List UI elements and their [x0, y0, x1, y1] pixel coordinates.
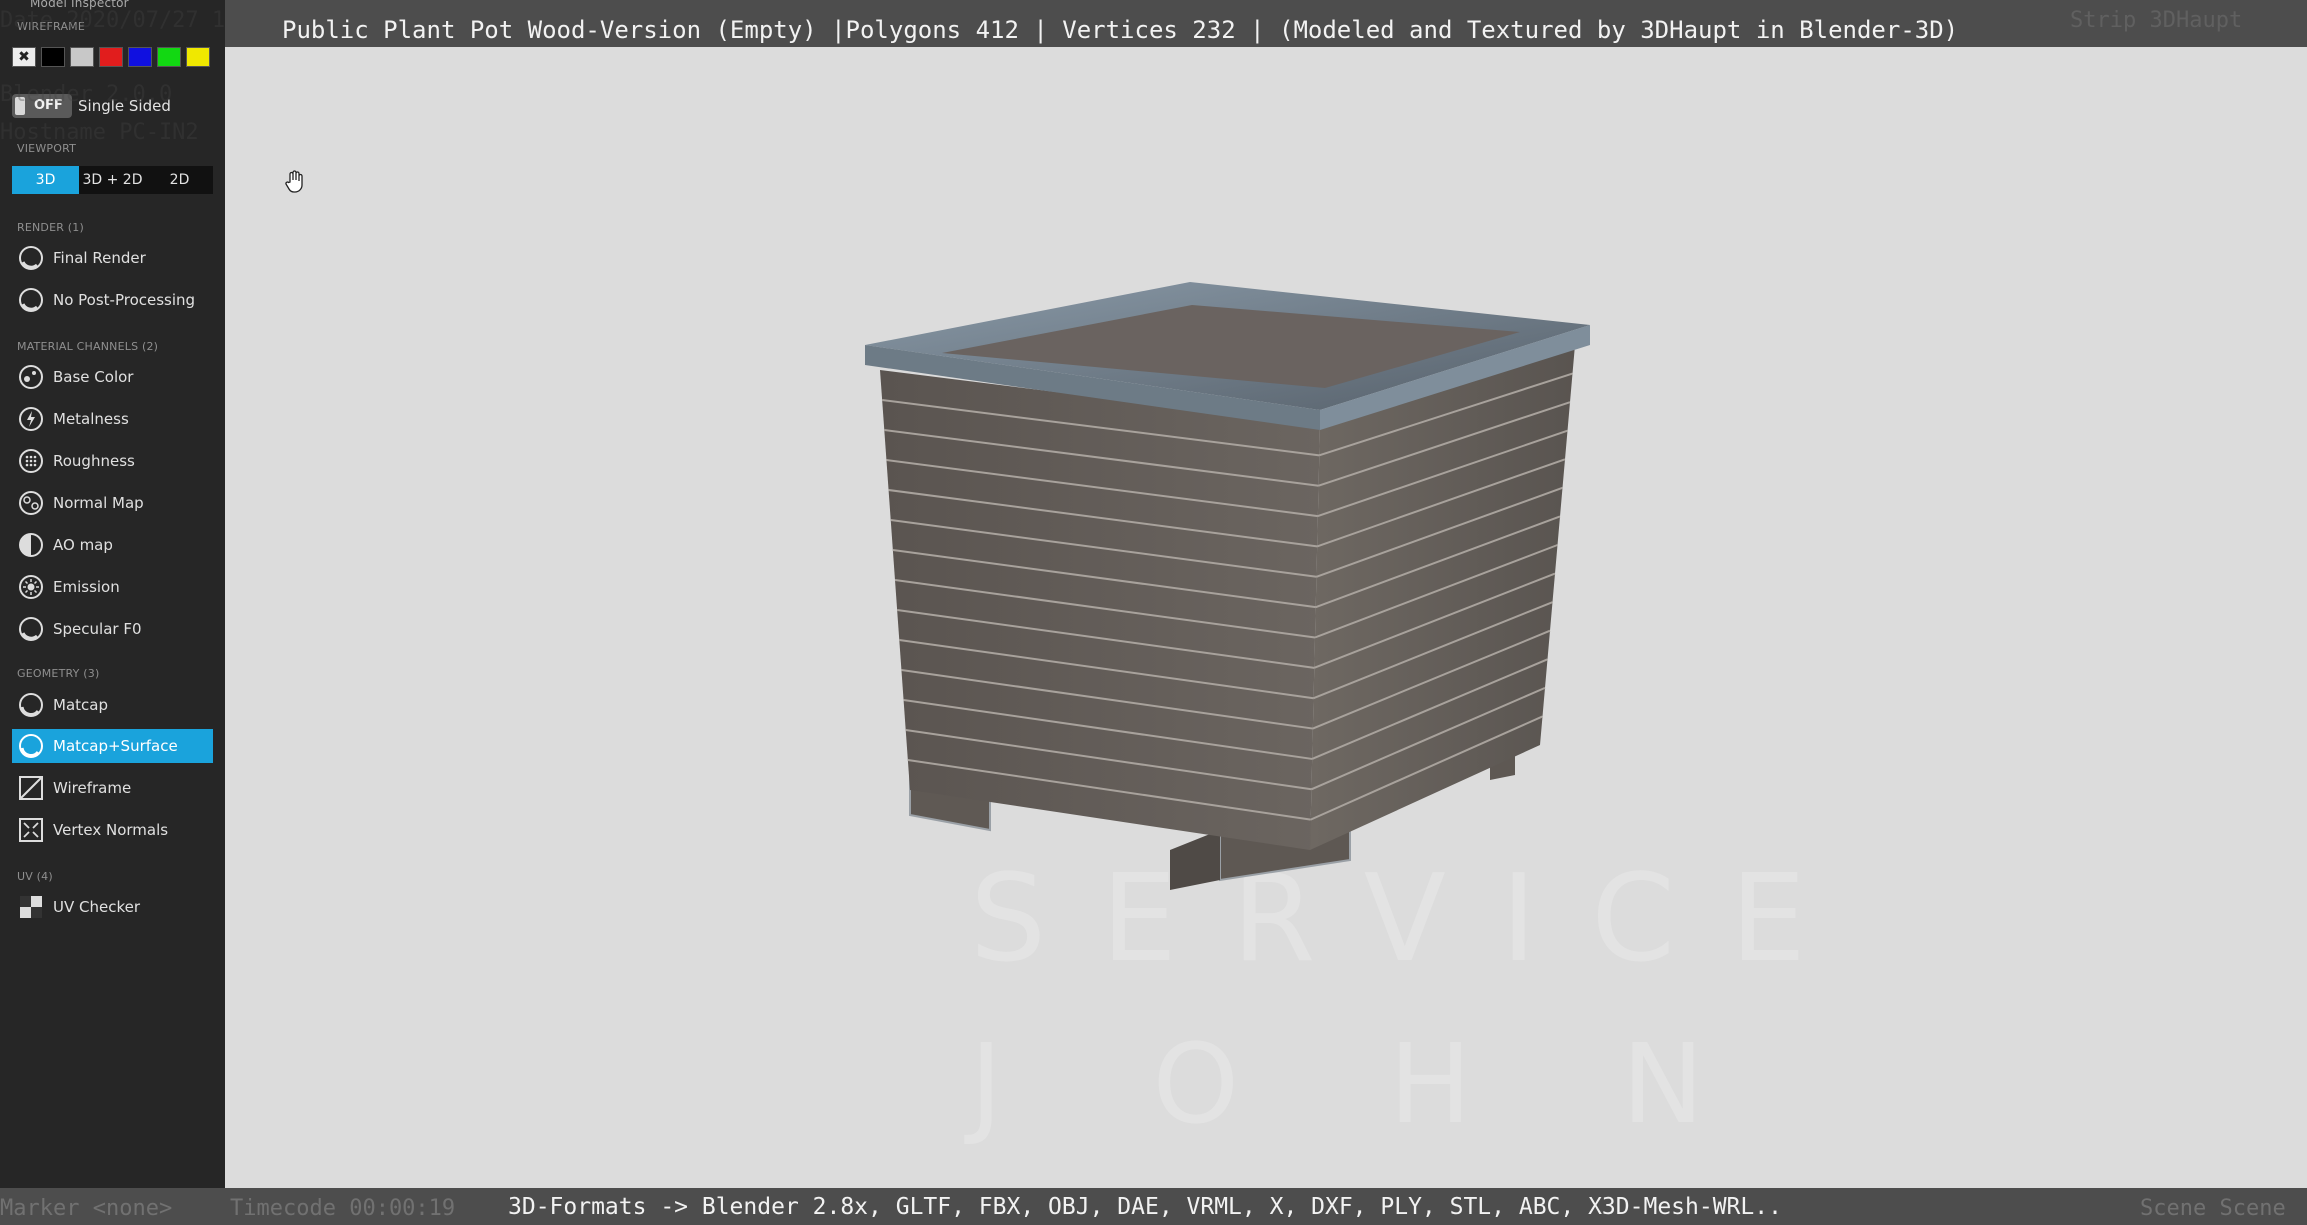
- strip-overlay: Strip 3DHaupt: [2070, 8, 2243, 33]
- matcap-surface-icon: [18, 733, 44, 759]
- render-section-label: RENDER (1): [17, 221, 84, 234]
- uv-section-label: UV (4): [17, 870, 53, 883]
- matcap-button[interactable]: Matcap: [12, 688, 213, 722]
- plant-pot-model[interactable]: [850, 270, 1600, 950]
- color-swatch-black[interactable]: [41, 47, 65, 67]
- dotted-sphere-icon: [18, 448, 44, 474]
- marker-overlay: Marker <none>: [0, 1196, 173, 1221]
- half-circle-icon: [18, 532, 44, 558]
- model-title: Public Plant Pot Wood-Version (Empty) |P…: [282, 16, 1959, 44]
- model-inspector-sidebar: Model Inspector WIREFRAME ✖ OFF Single S…: [0, 0, 225, 1225]
- normal-map-label: Normal Map: [53, 494, 144, 512]
- color-swatch-red[interactable]: [99, 47, 123, 67]
- viewport-3d-button[interactable]: 3D: [12, 166, 79, 194]
- palette-icon: [18, 364, 44, 390]
- metalness-button[interactable]: Metalness: [12, 402, 213, 436]
- vertex-normals-label: Vertex Normals: [53, 821, 169, 839]
- specular-f0-button[interactable]: Specular F0: [12, 612, 213, 646]
- supported-formats: 3D-Formats -> Blender 2.8x, GLTF, FBX, O…: [508, 1194, 1782, 1220]
- wireframe-icon: [18, 775, 44, 801]
- uv-checker-button[interactable]: UV Checker: [12, 890, 213, 924]
- hand-cursor-icon: [284, 170, 306, 198]
- color-swatch-gray[interactable]: [70, 47, 94, 67]
- ao-map-label: AO map: [53, 536, 113, 554]
- matcap-surface-label: Matcap+Surface: [53, 737, 178, 755]
- color-swatch-green[interactable]: [157, 47, 181, 67]
- scene-overlay: Scene Scene: [2140, 1196, 2286, 1221]
- matcap-label: Matcap: [53, 696, 108, 714]
- ao-map-button[interactable]: AO map: [12, 528, 213, 562]
- viewport-3d-2d-button[interactable]: 3D + 2D: [79, 166, 146, 194]
- hostname-overlay: Hostname PC-IN2: [0, 120, 199, 145]
- base-color-button[interactable]: Base Color: [12, 360, 213, 394]
- roughness-button[interactable]: Roughness: [12, 444, 213, 478]
- timecode-overlay: Timecode 00:00:19: [230, 1196, 456, 1221]
- matcap-surface-button[interactable]: Matcap+Surface: [12, 729, 213, 763]
- specular-f0-label: Specular F0: [53, 620, 142, 638]
- color-swatch-yellow[interactable]: [186, 47, 210, 67]
- base-color-label: Base Color: [53, 368, 134, 386]
- roughness-label: Roughness: [53, 452, 135, 470]
- vertex-normals-button[interactable]: Vertex Normals: [12, 813, 213, 847]
- final-render-label: Final Render: [53, 249, 146, 267]
- circle-render-icon: [18, 245, 44, 271]
- version-overlay: Blender 2.0.0: [0, 82, 173, 107]
- uv-checker-label: UV Checker: [53, 898, 141, 916]
- wireframe-off-swatch[interactable]: ✖: [12, 47, 36, 67]
- emission-label: Emission: [53, 578, 120, 596]
- normal-map-icon: [18, 490, 44, 516]
- final-render-button[interactable]: Final Render: [12, 241, 213, 275]
- wireframe-button[interactable]: Wireframe: [12, 771, 213, 805]
- wireframe-color-swatches: ✖: [12, 47, 210, 67]
- circle-render-icon: [18, 616, 44, 642]
- vertex-normals-icon: [18, 817, 44, 843]
- checker-icon: [18, 894, 44, 920]
- metalness-label: Metalness: [53, 410, 129, 428]
- material-channels-section-label: MATERIAL CHANNELS (2): [17, 340, 159, 353]
- matcap-icon: [18, 692, 44, 718]
- no-post-processing-button[interactable]: No Post-Processing: [12, 283, 213, 317]
- emission-button[interactable]: Emission: [12, 570, 213, 604]
- no-post-processing-label: No Post-Processing: [53, 291, 196, 309]
- lightning-icon: [18, 406, 44, 432]
- wireframe-label: Wireframe: [53, 779, 132, 797]
- watermark-line3: JOHN: [970, 1020, 1855, 1148]
- geometry-section-label: GEOMETRY (3): [17, 667, 100, 680]
- normal-map-button[interactable]: Normal Map: [12, 486, 213, 520]
- color-swatch-blue[interactable]: [128, 47, 152, 67]
- circle-render-icon: [18, 287, 44, 313]
- viewport-2d-button[interactable]: 2D: [146, 166, 213, 194]
- viewport-mode-selector: 3D 3D + 2D 2D: [12, 166, 213, 194]
- sun-icon: [18, 574, 44, 600]
